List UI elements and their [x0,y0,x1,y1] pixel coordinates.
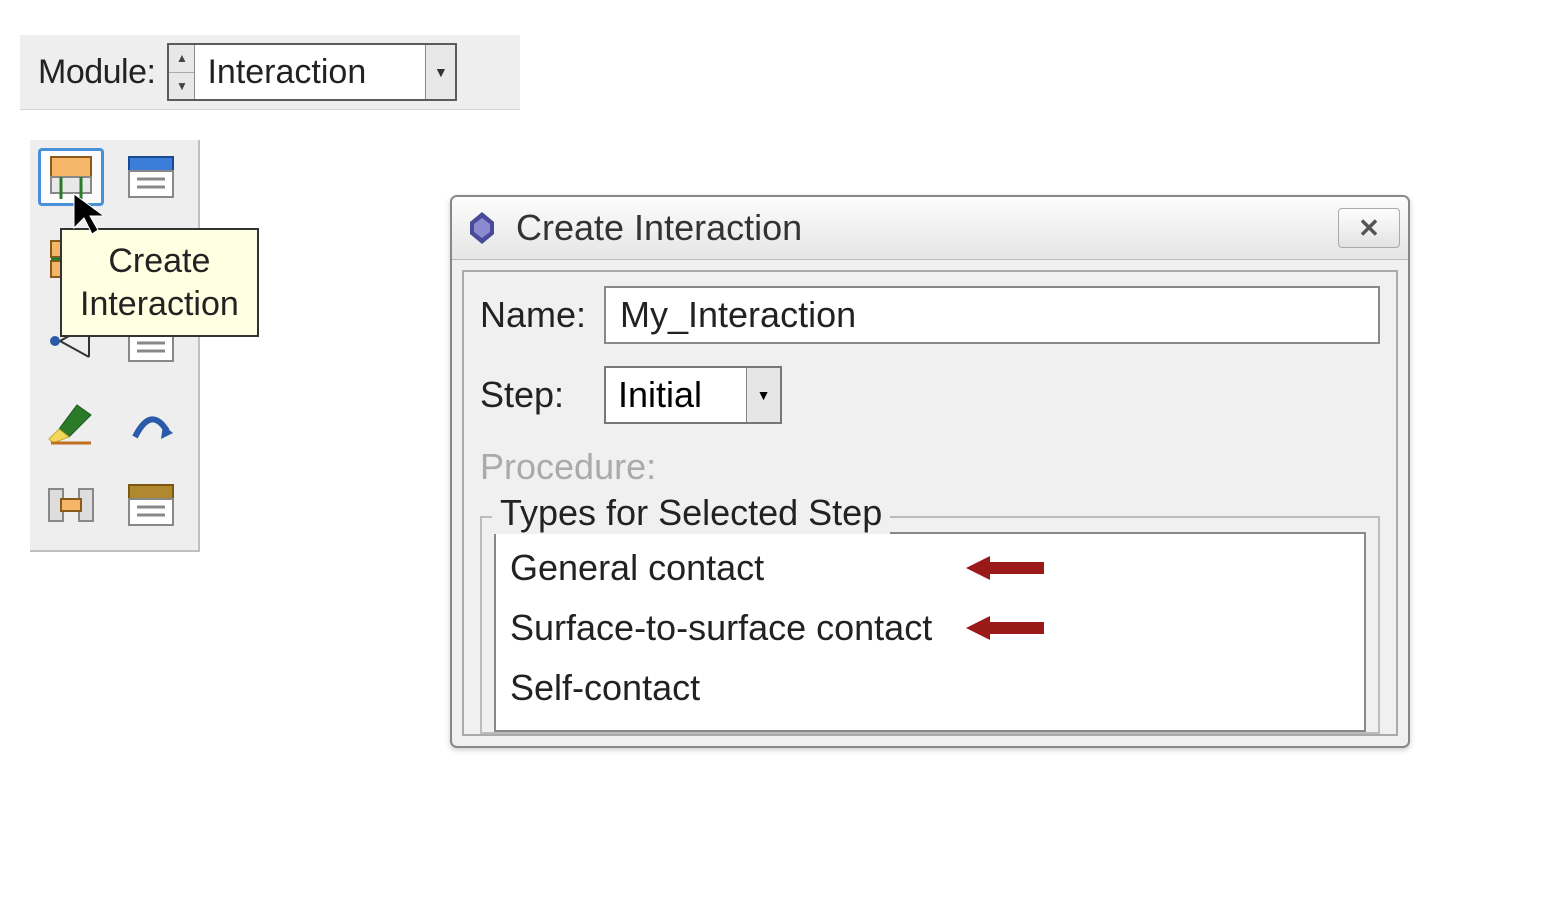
list-item-label: Surface-to-surface contact [510,607,932,648]
interaction-manager-button[interactable] [118,148,184,206]
tooltip-line1: Create [80,240,239,283]
types-legend: Types for Selected Step [492,492,890,534]
name-label: Name: [480,294,590,336]
spinner-down-icon[interactable]: ▼ [169,73,194,100]
create-interaction-dialog: Create Interaction ✕ Name: My_Interactio… [450,195,1410,748]
step-selector[interactable]: Initial ▼ [604,366,782,424]
dropdown-arrow-icon[interactable]: ▼ [746,368,780,422]
dropdown-arrow-icon[interactable]: ▼ [425,45,455,99]
module-value: Interaction [195,45,425,99]
close-button[interactable]: ✕ [1338,208,1400,248]
connector-builder-button[interactable] [118,394,184,452]
dialog-titlebar[interactable]: Create Interaction ✕ [452,197,1408,260]
app-icon [464,210,500,246]
list-item-label: Fluid cavity [510,728,690,732]
list-item-label: General contact [510,547,764,588]
connector-section-icon [47,483,95,527]
types-fieldset: Types for Selected Step General contact … [480,516,1380,734]
create-connector-button[interactable] [38,476,104,534]
step-row: Step: Initial ▼ [480,366,1380,424]
list-item[interactable]: Fluid cavity [496,719,1364,732]
procedure-label: Procedure: [480,446,1380,488]
module-selector[interactable]: ▲ ▼ Interaction ▼ [167,43,457,101]
annotation-arrow-icon [966,553,1044,583]
module-label: Module: [38,53,155,92]
module-spinner[interactable]: ▲ ▼ [169,45,195,99]
dialog-body: Name: My_Interaction Step: Initial ▼ Pro… [462,270,1398,736]
manager-icon [127,155,175,199]
name-input[interactable]: My_Interaction [604,286,1380,344]
name-value: My_Interaction [620,294,856,336]
find-contact-pairs-button[interactable] [38,394,104,452]
annotation-arrow-icon [966,613,1044,643]
module-bar: Module: ▲ ▼ Interaction ▼ [20,35,520,110]
tooltip: Create Interaction [60,228,259,337]
types-listbox[interactable]: General contact Surface-to-surface conta… [494,532,1366,732]
spinner-up-icon[interactable]: ▲ [169,45,194,73]
flashlight-icon [47,401,95,445]
dialog-title: Create Interaction [516,207,802,249]
create-interaction-button[interactable] [38,148,104,206]
list-item[interactable]: Self-contact [496,658,1364,718]
step-value: Initial [606,368,746,422]
tooltip-line2: Interaction [80,283,239,326]
list-item[interactable]: General contact [496,538,1364,598]
step-label: Step: [480,374,590,416]
list-item-label: Self-contact [510,667,700,708]
connector-icon [127,401,175,445]
manager-icon [127,483,175,527]
name-row: Name: My_Interaction [480,286,1380,344]
close-icon: ✕ [1358,213,1380,244]
create-interaction-icon [47,155,95,199]
toolbox [30,140,200,552]
list-item[interactable]: Surface-to-surface contact [496,598,1364,658]
connector-manager-button[interactable] [118,476,184,534]
